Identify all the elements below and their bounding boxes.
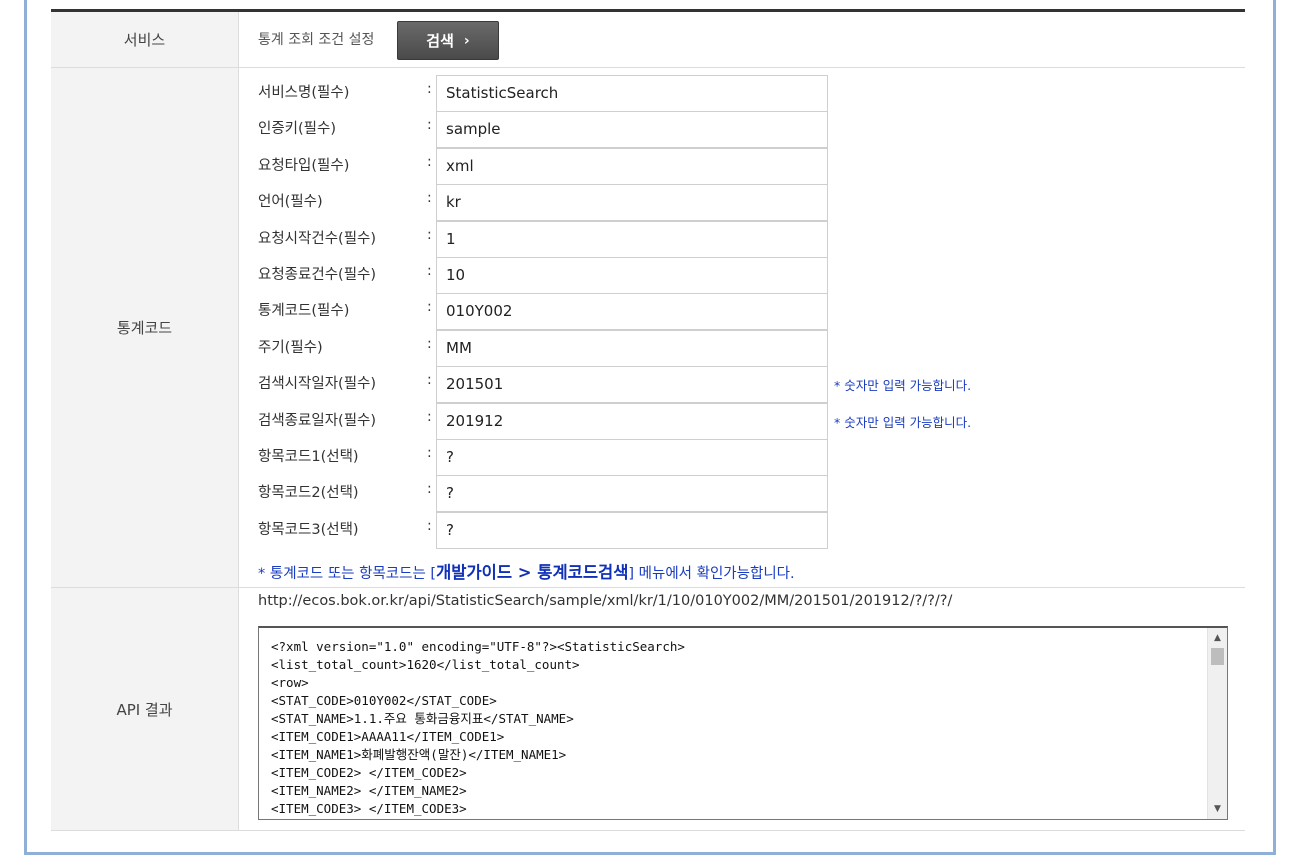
param-input[interactable]: ? (436, 439, 828, 476)
param-label: 검색종료일자(필수) (258, 412, 377, 429)
param-input[interactable]: kr (436, 184, 828, 222)
note-prefix: * 통계코드 또는 항목코드는 [ (258, 566, 437, 582)
numeric-only-hint: * 숫자만 입력 가능합니다. (834, 414, 972, 430)
param-colon: : (427, 481, 432, 498)
param-colon: : (427, 117, 432, 134)
param-label: 인증키(필수) (258, 121, 337, 138)
result-textarea[interactable]: <?xml version="1.0" encoding="UTF-8"?><S… (258, 626, 1228, 820)
param-colon: : (427, 517, 432, 534)
param-colon: : (427, 81, 432, 97)
params-cell: * 통계코드 또는 항목코드는 [개발가이드 > 통계코드검색] 메뉴에서 확인… (239, 68, 1245, 587)
scroll-down-icon[interactable]: ▼ (1208, 801, 1227, 817)
param-colon: : (427, 335, 432, 352)
param-input[interactable]: 1 (436, 220, 828, 258)
param-label: 언어(필수) (258, 194, 323, 211)
param-label: 요청종료건수(필수) (258, 267, 377, 283)
param-input[interactable]: ? (436, 511, 828, 549)
param-colon: : (427, 153, 432, 170)
param-input[interactable]: sample (436, 111, 828, 149)
chevron-right-icon: › (463, 32, 470, 49)
numeric-only-hint: * 숫자만 입력 가능합니다. (834, 378, 972, 394)
param-label: 항목코드2(선택) (258, 485, 359, 502)
param-label: 주기(필수) (258, 339, 323, 356)
param-input[interactable]: MM (436, 329, 828, 367)
param-colon: : (427, 263, 432, 279)
scroll-up-icon[interactable]: ▲ (1208, 630, 1227, 646)
service-cell: 통계 조회 조건 설정 검색 › (239, 12, 1245, 67)
param-colon: : (427, 190, 432, 207)
param-input[interactable]: 010Y002 (436, 293, 828, 331)
param-input[interactable]: 201912 (436, 402, 828, 440)
stat-code-header: 통계코드 (51, 68, 239, 587)
param-input[interactable]: StatisticSearch (436, 75, 828, 112)
param-colon: : (427, 408, 432, 425)
param-colon: : (427, 226, 432, 243)
param-colon: : (427, 445, 432, 461)
param-label: 서비스명(필수) (258, 85, 350, 101)
result-text: <?xml version="1.0" encoding="UTF-8"?><S… (271, 639, 685, 816)
code-lookup-note: * 통계코드 또는 항목코드는 [개발가이드 > 통계코드검색] 메뉴에서 확인… (258, 559, 795, 583)
service-header: 서비스 (51, 12, 239, 67)
param-input[interactable]: 201501 (436, 366, 828, 404)
param-label: 요청시작건수(필수) (258, 230, 377, 247)
stat-code-row: 통계코드 * 통계코드 또는 항목코드는 [개발가이드 > 통계코드검색] 메뉴… (51, 68, 1245, 588)
param-input[interactable]: xml (436, 147, 828, 185)
param-input[interactable]: 10 (436, 257, 828, 294)
api-result-cell: http://ecos.bok.or.kr/api/StatisticSearc… (239, 588, 1245, 830)
param-colon: : (427, 372, 432, 389)
search-button-label: 검색 (426, 32, 454, 50)
param-label: 요청타입(필수) (258, 157, 350, 174)
param-label: 통계코드(필수) (258, 303, 350, 320)
param-label: 검색시작일자(필수) (258, 376, 377, 393)
param-label: 항목코드1(선택) (258, 449, 359, 465)
api-result-row: API 결과 http://ecos.bok.or.kr/api/Statist… (51, 588, 1245, 831)
result-scrollbar[interactable]: ▲ ▼ (1207, 628, 1227, 819)
scroll-thumb[interactable] (1211, 648, 1224, 665)
dev-guide-link[interactable]: 개발가이드 > 통계코드검색 (436, 563, 628, 582)
service-description: 통계 조회 조건 설정 (258, 32, 375, 48)
param-input[interactable]: ? (436, 475, 828, 513)
param-colon: : (427, 299, 432, 316)
param-label: 항목코드3(선택) (258, 521, 359, 538)
search-button[interactable]: 검색 › (397, 21, 499, 60)
api-test-form: 서비스 통계 조회 조건 설정 검색 › 통계코드 * 통계코드 또는 항목코드… (51, 9, 1245, 831)
api-result-header: API 결과 (51, 588, 239, 830)
service-row: 서비스 통계 조회 조건 설정 검색 › (51, 12, 1245, 68)
request-url: http://ecos.bok.or.kr/api/StatisticSearc… (258, 593, 953, 609)
note-suffix: ] 메뉴에서 확인가능합니다. (628, 566, 795, 582)
